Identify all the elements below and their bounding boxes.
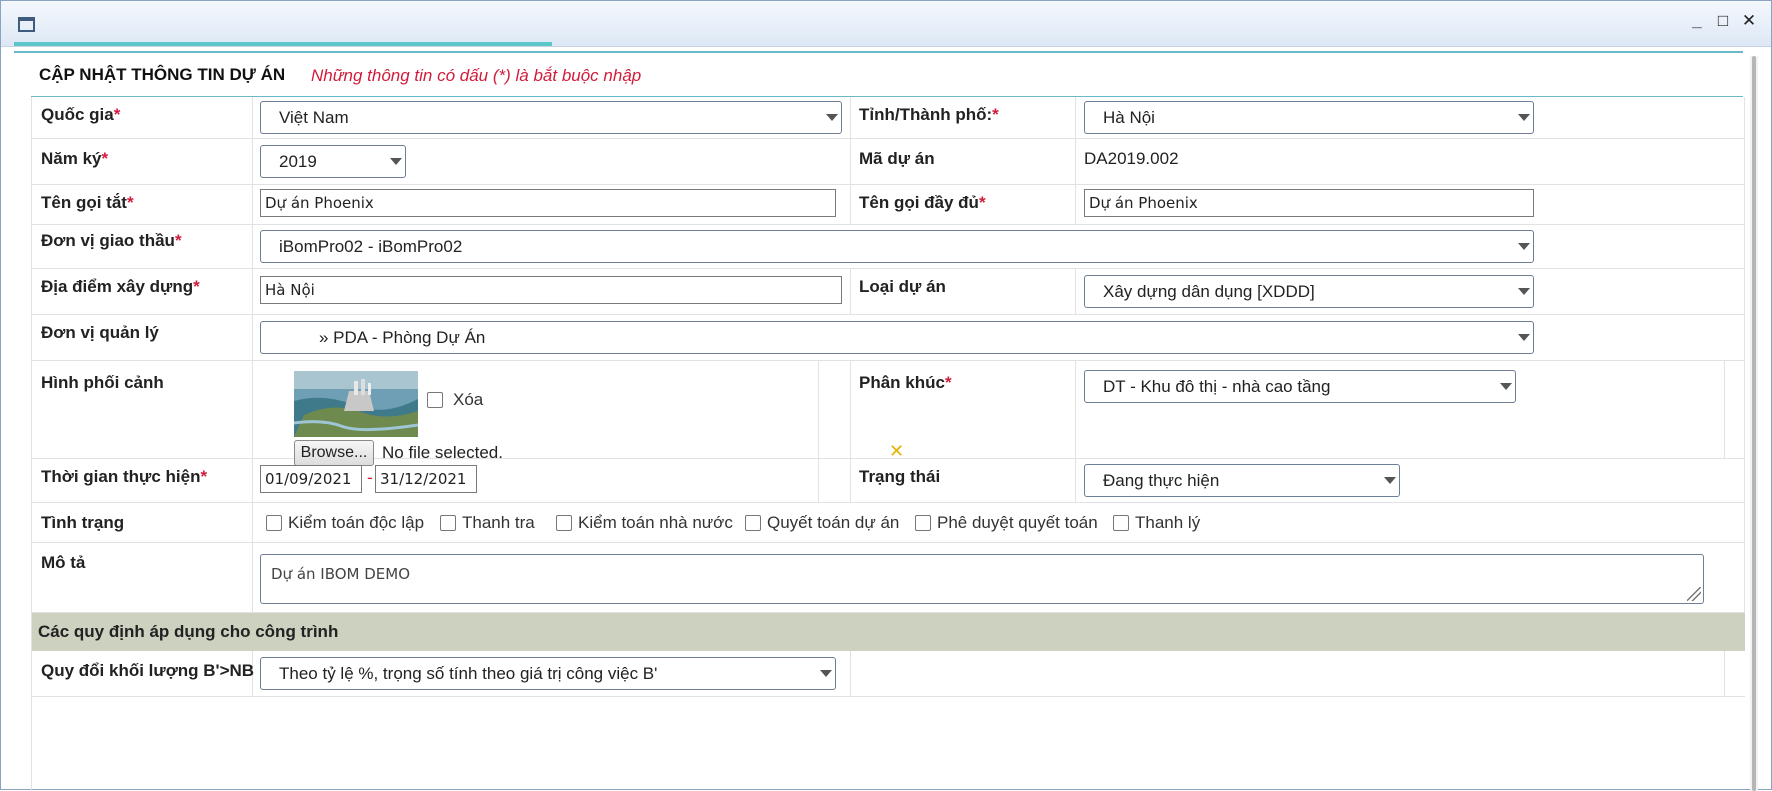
management-unit-label: Đơn vị quản lý: [41, 323, 159, 342]
page-title: CẬP NHẬT THÔNG TIN DỰ ÁN: [39, 65, 286, 84]
chevron-down-icon: [826, 114, 838, 121]
delete-image-label: Xóa: [453, 390, 484, 409]
form-row: Đơn vị quản lý » PDA - Phòng Dự Án: [32, 315, 1745, 361]
checkbox-liquidation[interactable]: [1113, 515, 1129, 531]
country-select[interactable]: Việt Nam: [260, 101, 842, 134]
conversion-select[interactable]: Theo tỷ lệ %, trọng số tính theo giá trị…: [260, 657, 836, 690]
checkbox-label: Kiểm toán nhà nước: [578, 513, 733, 532]
year-label: Năm ký*: [41, 149, 109, 168]
form-row: Tên gọi tắt* Dự án Phoenix Tên gọi đầy đ…: [32, 185, 1745, 225]
chevron-down-icon: [1518, 243, 1530, 250]
country-label: Quốc gia*: [41, 105, 121, 124]
project-code-value: DA2019.002: [1084, 149, 1179, 168]
conversion-label: Quy đổi khối lượng B'>NB: [41, 661, 255, 680]
checkbox-settlement-approval[interactable]: [915, 515, 931, 531]
full-name-input[interactable]: Dự án Phoenix: [1084, 189, 1534, 217]
chevron-down-icon: [1500, 383, 1512, 390]
checkbox-inspection[interactable]: [440, 515, 456, 531]
project-type-select[interactable]: Xây dựng dân dụng [XDDD]: [1084, 275, 1534, 308]
checkbox-label: Thanh tra: [462, 513, 535, 532]
province-label: Tỉnh/Thành phố:*: [859, 105, 999, 124]
form-row: Tình trạng Kiểm toán độc lập Thanh tra K…: [32, 503, 1745, 543]
form-row: Năm ký* 2019 Mã dự án DA2019.002: [32, 139, 1745, 185]
scrollbar-thumb[interactable]: [1752, 56, 1756, 791]
form-row: Mô tả Dự án IBOM DEMO: [32, 543, 1745, 613]
dialog-window: _ □ ✕ CẬP NHẬT THÔNG TIN DỰ ÁN Những thô…: [0, 0, 1772, 791]
chevron-down-icon: [1518, 334, 1530, 341]
chevron-down-icon: [390, 158, 402, 165]
project-code-label: Mã dự án: [859, 149, 935, 168]
checkbox-independent-audit[interactable]: [266, 515, 282, 531]
description-textarea[interactable]: Dự án IBOM DEMO: [260, 554, 1704, 604]
status-label: Trạng thái: [859, 467, 941, 486]
location-label: Địa điểm xây dựng*: [41, 277, 200, 296]
required-note: Những thông tin có dấu (*) là bắt buộc n…: [311, 66, 642, 85]
loading-progress-bar: [14, 42, 552, 46]
title-bar[interactable]: _ □ ✕: [1, 1, 1771, 47]
year-select[interactable]: 2019: [260, 145, 406, 178]
end-date-input[interactable]: 31/12/2021: [375, 465, 477, 493]
maximize-button[interactable]: □: [1715, 12, 1731, 29]
section-header: Các quy định áp dụng cho công trình: [32, 613, 1745, 651]
resize-grip-icon[interactable]: [1687, 587, 1701, 601]
checkbox-state-audit[interactable]: [556, 515, 572, 531]
form-row: Quốc gia* Việt Nam Tỉnh/Thành phố:* Hà N…: [32, 97, 1745, 139]
description-label: Mô tả: [41, 553, 86, 572]
date-separator: -: [367, 468, 373, 487]
segment-select[interactable]: DT - Khu đô thị - nhà cao tầng: [1084, 370, 1516, 403]
checkbox-label: Thanh lý: [1135, 513, 1201, 532]
chevron-down-icon: [820, 670, 832, 677]
window-controls: _ □ ✕: [1689, 12, 1757, 29]
minimize-button[interactable]: _: [1689, 12, 1705, 29]
contractor-select[interactable]: iBomPro02 - iBomPro02: [260, 230, 1534, 263]
chevron-down-icon: [1518, 114, 1530, 121]
duration-label: Thời gian thực hiện*: [41, 467, 208, 486]
form-row: Quy đổi khối lượng B'>NB Theo tỷ lệ %, t…: [32, 651, 1745, 697]
management-unit-select[interactable]: » PDA - Phòng Dự Án: [260, 321, 1534, 354]
chevron-down-icon: [1384, 477, 1396, 484]
form-row: Hình phối cảnh Xóa Browse... No file sel…: [32, 361, 1745, 466]
form-row: Thời gian thực hiện* 01/09/2021 - 31/12/…: [32, 459, 1745, 503]
chevron-down-icon: [1518, 288, 1530, 295]
short-name-label: Tên gọi tắt*: [41, 193, 134, 212]
perspective-thumbnail: [294, 371, 418, 437]
window-icon: [18, 17, 35, 32]
project-type-label: Loại dự án: [859, 277, 946, 296]
checkbox-label: Phê duyệt quyết toán: [937, 513, 1098, 532]
condition-label: Tình trạng: [41, 513, 125, 532]
project-form: Quốc gia* Việt Nam Tỉnh/Thành phố:* Hà N…: [31, 97, 1745, 791]
form-row: Địa điểm xây dựng* Hà Nội Loại dự án Xây…: [32, 269, 1745, 315]
segment-label: Phân khúc*: [859, 373, 952, 392]
full-name-label: Tên gọi đầy đủ*: [859, 193, 986, 212]
close-button[interactable]: ✕: [1741, 12, 1757, 29]
delete-image-checkbox[interactable]: [427, 392, 443, 408]
status-select[interactable]: Đang thực hiện: [1084, 464, 1400, 497]
checkbox-label: Kiểm toán độc lập: [288, 513, 425, 532]
location-input[interactable]: Hà Nội: [260, 276, 842, 304]
province-select[interactable]: Hà Nội: [1084, 101, 1534, 134]
perspective-label: Hình phối cảnh: [41, 373, 164, 392]
description-text: Dự án IBOM DEMO: [271, 565, 411, 583]
contractor-label: Đơn vị giao thầu*: [41, 231, 182, 250]
divider: [14, 51, 1743, 53]
short-name-input[interactable]: Dự án Phoenix: [260, 189, 836, 217]
checkbox-label: Quyết toán dự án: [767, 513, 900, 532]
start-date-input[interactable]: 01/09/2021: [260, 465, 362, 493]
form-row: Đơn vị giao thầu* iBomPro02 - iBomPro02: [32, 225, 1745, 269]
checkbox-project-settlement[interactable]: [745, 515, 761, 531]
